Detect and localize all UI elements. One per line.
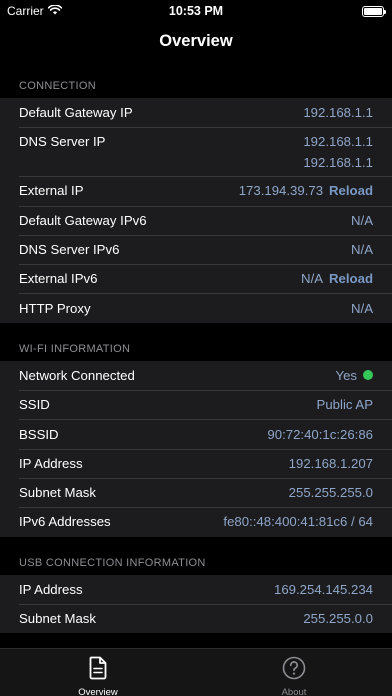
row-wifi-subnet-mask[interactable]: Subnet Mask 255.255.255.0 xyxy=(0,477,392,507)
row-label: Default Gateway IPv6 xyxy=(19,212,147,228)
tab-overview[interactable]: Overview xyxy=(0,649,196,696)
row-ssid[interactable]: SSID Public AP xyxy=(0,390,392,419)
status-dot-icon xyxy=(363,370,373,381)
external-ip-value: 173.194.39.73 xyxy=(238,183,324,199)
row-label: Subnet Mask xyxy=(19,485,96,501)
row-dns-server-ip[interactable]: DNS Server IP 192.168.1.1 192.168.1.1 xyxy=(0,127,392,176)
row-wifi-ip-address[interactable]: IP Address 192.168.1.207 xyxy=(0,448,392,478)
tab-bar: Overview About xyxy=(0,648,392,696)
row-usb-subnet-mask[interactable]: Subnet Mask 255.255.0.0 xyxy=(0,603,392,633)
row-usb-ip-address[interactable]: IP Address 169.254.145.234 xyxy=(0,575,392,604)
row-value-group: Yes xyxy=(335,368,373,383)
status-bar: Carrier 10:53 PM xyxy=(0,0,392,22)
row-value: N/A xyxy=(351,242,373,258)
document-icon xyxy=(88,656,108,685)
wifi-group: Network Connected Yes SSID Public AP BSS… xyxy=(0,360,392,537)
row-http-proxy[interactable]: HTTP Proxy N/A xyxy=(0,293,392,322)
row-label: IPv6 Addresses xyxy=(19,514,111,530)
dns-server-value-1: 192.168.1.1 xyxy=(303,134,373,150)
battery-icon xyxy=(362,5,386,17)
external-ipv6-value: N/A xyxy=(301,271,324,287)
row-value: fe80::48:400:41:81c6 / 64 xyxy=(223,514,373,530)
row-label: Network Connected xyxy=(19,367,135,383)
reload-external-ipv6-button[interactable]: Reload xyxy=(329,271,373,286)
row-value: N/A xyxy=(351,300,373,316)
row-external-ip[interactable]: External IP 173.194.39.73 Reload xyxy=(0,176,392,205)
connection-group: Default Gateway IP 192.168.1.1 DNS Serve… xyxy=(0,98,392,323)
network-connected-value: Yes xyxy=(335,367,357,383)
row-label: External IP xyxy=(19,183,84,199)
tab-label: About xyxy=(281,687,307,696)
row-label: BSSID xyxy=(19,426,59,442)
row-external-ipv6[interactable]: External IPv6 N/A Reload xyxy=(0,264,392,293)
dns-server-values: 192.168.1.1 192.168.1.1 xyxy=(303,134,373,170)
section-header-connection: CONNECTION xyxy=(0,60,392,98)
row-label: Default Gateway IP xyxy=(19,105,133,121)
row-label: Subnet Mask xyxy=(19,611,96,626)
row-value: N/A xyxy=(351,212,373,228)
reload-external-ip-button[interactable]: Reload xyxy=(329,183,373,198)
section-header-wifi: WI-FI INFORMATION xyxy=(0,322,392,361)
row-value-group: 173.194.39.73 Reload xyxy=(239,183,373,198)
row-value: 169.254.145.234 xyxy=(273,581,373,597)
navigation-bar: Overview xyxy=(0,22,392,60)
dns-server-value-2: 192.168.1.1 xyxy=(303,155,373,171)
row-label: SSID xyxy=(19,397,50,413)
row-value: 255.255.255.0 xyxy=(288,485,373,501)
page-title: Overview xyxy=(159,31,233,50)
row-label: IP Address xyxy=(19,581,83,597)
row-default-gateway-ip[interactable]: Default Gateway IP 192.168.1.1 xyxy=(0,98,392,127)
row-label: DNS Server IP xyxy=(19,134,106,150)
row-ipv6-addresses[interactable]: IPv6 Addresses fe80::48:400:41:81c6 / 64 xyxy=(0,507,392,536)
tab-about[interactable]: About xyxy=(196,649,392,696)
row-value: 90:72:40:1c:26:86 xyxy=(267,426,373,442)
tab-label: Overview xyxy=(78,687,118,696)
section-header-usb: USB CONNECTION INFORMATION xyxy=(0,536,392,575)
row-label: HTTP Proxy xyxy=(19,300,91,316)
row-label: DNS Server IPv6 xyxy=(19,242,120,258)
row-value: 192.168.1.1 xyxy=(303,105,373,121)
status-time: 10:53 PM xyxy=(168,4,224,18)
row-network-connected[interactable]: Network Connected Yes xyxy=(0,361,392,390)
app-screen: Carrier 10:53 PM Overview CONNECTION Def… xyxy=(0,0,392,696)
question-circle-icon xyxy=(282,656,306,685)
row-value: Public AP xyxy=(316,397,373,413)
usb-group: IP Address 169.254.145.234 Subnet Mask 2… xyxy=(0,574,392,634)
row-value: 255.255.0.0 xyxy=(303,611,373,626)
row-label: IP Address xyxy=(19,455,83,471)
row-value: 192.168.1.207 xyxy=(288,455,373,471)
row-label: External IPv6 xyxy=(19,271,98,287)
row-dns-server-ipv6[interactable]: DNS Server IPv6 N/A xyxy=(0,234,392,264)
row-bssid[interactable]: BSSID 90:72:40:1c:26:86 xyxy=(0,419,392,448)
overview-list[interactable]: CONNECTION Default Gateway IP 192.168.1.… xyxy=(0,60,392,648)
row-value-group: N/A Reload xyxy=(301,271,373,286)
row-default-gateway-ipv6[interactable]: Default Gateway IPv6 N/A xyxy=(0,205,392,235)
